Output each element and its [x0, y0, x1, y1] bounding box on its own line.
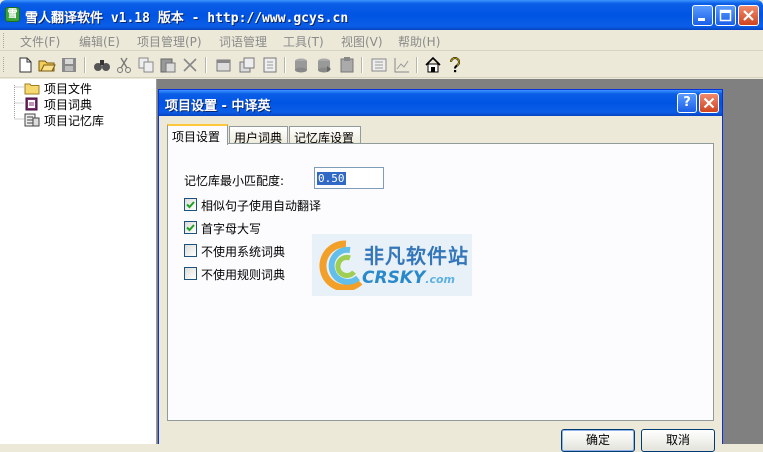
new-file-button[interactable]	[16, 56, 34, 74]
save-icon	[62, 58, 76, 72]
close-icon	[743, 10, 754, 21]
checkbox[interactable]	[184, 198, 197, 211]
memory-match-input[interactable]: 0.50	[314, 167, 384, 189]
dialog-close-button[interactable]	[699, 93, 719, 113]
toolbar-separator	[84, 57, 86, 73]
cancel-button[interactable]: 取消	[641, 429, 715, 452]
tool-button-10[interactable]	[338, 56, 356, 74]
toolbar-separator	[361, 57, 363, 73]
tool-button-8[interactable]	[292, 56, 310, 74]
cut-button[interactable]	[115, 56, 133, 74]
menu-view[interactable]: 视图(V)	[341, 33, 383, 50]
help-icon	[450, 57, 460, 73]
tree-item-label: 项目记忆库	[44, 114, 105, 128]
dialog-help-button[interactable]: ?	[677, 93, 697, 113]
menu-help[interactable]: 帮助(H)	[398, 33, 440, 50]
delete-button[interactable]	[181, 56, 199, 74]
menu-terms[interactable]: 词语管理	[219, 33, 267, 50]
clipboard-icon	[340, 57, 354, 73]
toolbar	[0, 52, 763, 78]
app-icon: 雪	[5, 7, 20, 22]
close-icon	[703, 97, 715, 109]
ok-button[interactable]: 确定	[561, 429, 635, 452]
tool-button-7[interactable]	[261, 56, 279, 74]
tree-item-label: 项目词典	[44, 98, 93, 112]
new-file-icon	[19, 57, 32, 73]
database-export-icon	[318, 58, 331, 73]
database-icon	[295, 58, 307, 73]
window-title: 雪人翻译软件 v1.18 版本 - http://www.gcys.cn	[25, 11, 349, 26]
tool-button-5[interactable]	[215, 56, 233, 74]
open-folder-icon	[38, 60, 56, 72]
save-button[interactable]	[60, 56, 78, 74]
watermark-en: CRSKY.com	[362, 268, 456, 288]
checkbox[interactable]	[184, 244, 197, 257]
help-button[interactable]	[446, 56, 464, 74]
delete-icon	[183, 58, 197, 72]
paste-button[interactable]	[159, 56, 177, 74]
tab-panel: 记忆库最小匹配度: 0.50 相似句子使用自动翻译 首字母大写 不使用系统词典	[167, 143, 714, 421]
dialog-title: 项目设置 - 中译英	[165, 99, 271, 114]
list-icon	[371, 58, 387, 72]
menu-grip[interactable]	[3, 33, 6, 48]
menu-bar: 文件(F) 编辑(E) 项目管理(P) 词语管理 工具(T) 视图(V) 帮助(…	[0, 30, 763, 51]
menu-tools[interactable]: 工具(T)	[283, 33, 324, 50]
project-tree: 项目文件 项目词典 项目记忆库	[0, 79, 157, 444]
copy-icon	[138, 57, 154, 73]
dialog-title-bar[interactable]: 项目设置 - 中译英 ?	[159, 90, 722, 116]
find-button[interactable]	[93, 56, 111, 74]
home-icon	[425, 56, 441, 73]
tool-button-6[interactable]	[238, 56, 256, 74]
maximize-button[interactable]	[715, 5, 736, 26]
home-button[interactable]	[424, 56, 442, 74]
memory-icon	[24, 113, 40, 127]
folder-icon	[24, 83, 40, 95]
paste-icon	[160, 58, 176, 73]
watermark-cn: 非凡软件站	[364, 244, 469, 268]
check-icon	[186, 201, 195, 209]
tool-button-9[interactable]	[315, 56, 333, 74]
menu-project[interactable]: 项目管理(P)	[137, 33, 202, 50]
memory-match-label: 记忆库最小匹配度:	[184, 174, 285, 188]
window-icon	[216, 59, 231, 72]
toolbar-separator	[205, 57, 207, 73]
checkbox[interactable]	[184, 221, 197, 234]
main-window: 雪 雪人翻译软件 v1.18 版本 - http://www.gcys.cn 文…	[0, 0, 763, 452]
open-button[interactable]	[38, 56, 56, 74]
toolbar-separator	[284, 57, 286, 73]
menu-edit[interactable]: 编辑(E)	[79, 33, 120, 50]
menu-file[interactable]: 文件(F)	[20, 33, 60, 50]
toolbar-separator	[416, 57, 418, 73]
tool-button-12[interactable]	[393, 56, 411, 74]
tool-button-11[interactable]	[370, 56, 388, 74]
tab-project-settings[interactable]: 项目设置	[167, 124, 228, 145]
memory-match-value: 0.50	[317, 172, 346, 185]
dictionary-icon	[25, 97, 38, 111]
copy-button[interactable]	[137, 56, 155, 74]
title-bar[interactable]: 雪 雪人翻译软件 v1.18 版本 - http://www.gcys.cn	[0, 0, 763, 30]
option-label: 不使用系统词典	[201, 245, 286, 259]
checkbox[interactable]	[184, 267, 197, 280]
option-label: 相似句子使用自动翻译	[201, 199, 322, 213]
tree-item-label: 项目文件	[44, 82, 93, 96]
watermark-logo: 非凡软件站 CRSKY.com	[312, 234, 472, 296]
close-button[interactable]	[738, 5, 759, 26]
option-label: 不使用规则词典	[201, 268, 286, 282]
find-icon	[94, 60, 110, 71]
document-icon	[263, 57, 277, 73]
minimize-icon	[698, 18, 705, 21]
project-settings-dialog: 项目设置 - 中译英 ? 项目设置 用户词典 记忆库设置 记忆库最小匹配度: 0…	[158, 89, 723, 452]
option-label: 首字母大写	[201, 222, 262, 236]
cut-icon	[117, 57, 131, 73]
minimize-button[interactable]	[692, 5, 713, 26]
toolbar-grip[interactable]	[3, 57, 6, 72]
check-icon	[186, 224, 195, 232]
crsky-logo-icon	[319, 240, 363, 290]
chart-icon	[394, 58, 409, 73]
windows-icon	[239, 57, 255, 73]
maximize-icon	[719, 9, 732, 22]
